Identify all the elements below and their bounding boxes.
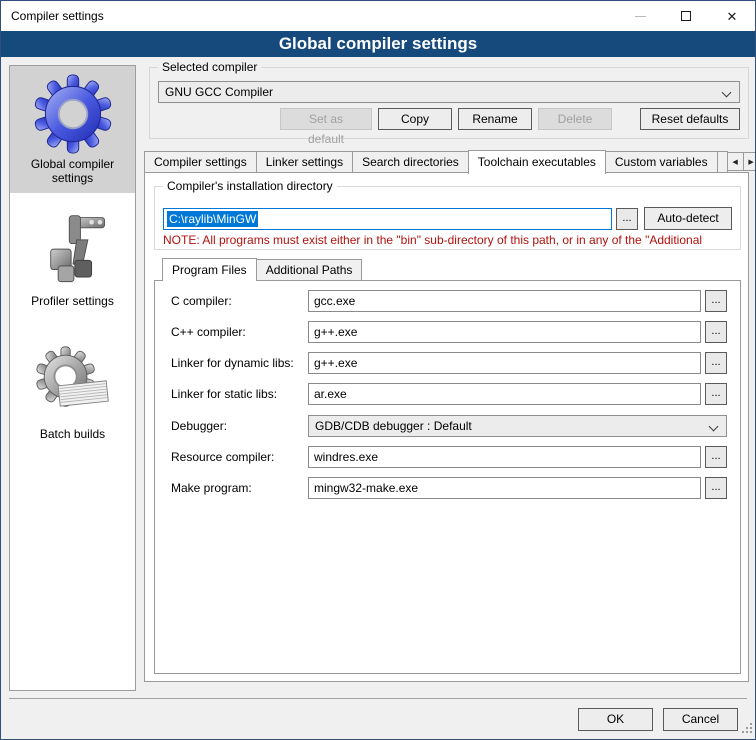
sidebar-item-global-compiler-settings[interactable]: Global compiler settings	[10, 66, 135, 193]
close-icon: ✕	[727, 10, 738, 23]
browse-c-compiler-button[interactable]: ...	[705, 290, 727, 312]
selected-path-text: C:\raylib\MinGW	[167, 211, 258, 227]
form-row-resource-compiler: Resource compiler: ...	[171, 446, 727, 468]
delete-button[interactable]: Delete	[538, 108, 612, 130]
sidebar-item-profiler-settings[interactable]: Profiler settings	[10, 199, 135, 316]
sidebar-item-label: Global compiler settings	[12, 157, 133, 185]
installation-directory-row: C:\raylib\MinGW ... Auto-detect	[163, 207, 732, 230]
make-program-input[interactable]	[308, 477, 701, 499]
settings-tab-strip: Compiler settings Linker settings Search…	[144, 149, 749, 173]
window-controls: ✕	[617, 1, 755, 31]
form-row-static-linker: Linker for static libs: ...	[171, 383, 727, 405]
reset-defaults-button[interactable]: Reset defaults	[640, 108, 740, 130]
form-row-make-program: Make program: ...	[171, 477, 727, 499]
tab-search-directories[interactable]: Search directories	[352, 151, 469, 173]
sidebar-item-label: Profiler settings	[31, 294, 114, 308]
sidebar-item-batch-builds[interactable]: Batch builds	[10, 322, 135, 449]
field-label: Make program:	[171, 481, 308, 495]
tab-scroll-buttons: ◀ ▶	[727, 152, 756, 171]
caliper-blocks-icon	[32, 211, 114, 291]
compiler-select[interactable]: GNU GCC Compiler	[158, 81, 740, 103]
settings-category-list: Global compiler settings P	[9, 65, 136, 691]
close-button[interactable]: ✕	[709, 1, 755, 31]
window-title: Compiler settings	[1, 9, 104, 23]
tab-linker-settings[interactable]: Linker settings	[256, 151, 353, 173]
tab-additional-paths[interactable]: Additional Paths	[256, 259, 363, 280]
blue-gear-icon	[32, 74, 114, 154]
maximize-icon	[681, 11, 691, 21]
dynamic-linker-input[interactable]	[308, 352, 701, 374]
field-label: C++ compiler:	[171, 325, 308, 339]
titlebar: Compiler settings ✕	[1, 1, 755, 31]
tab-scroll-left-button[interactable]: ◀	[727, 152, 744, 171]
rename-button[interactable]: Rename	[458, 108, 532, 130]
toolchain-executables-page: Compiler's installation directory C:\ray…	[144, 172, 749, 682]
chevron-down-icon	[709, 422, 719, 432]
form-row-debugger: Debugger: GDB/CDB debugger : Default	[171, 415, 727, 437]
field-label: Resource compiler:	[171, 450, 308, 464]
programs-tab-strip: Program Files Additional Paths	[162, 258, 361, 280]
browse-static-linker-button[interactable]: ...	[705, 383, 727, 405]
tab-toolchain-executables[interactable]: Toolchain executables	[468, 150, 606, 174]
group-label: Compiler's installation directory	[163, 179, 337, 193]
chevron-down-icon	[722, 88, 732, 98]
set-as-default-button[interactable]: Set as default	[280, 108, 372, 130]
browse-dynamic-linker-button[interactable]: ...	[705, 352, 727, 374]
field-label: Debugger:	[171, 419, 308, 433]
form-row-dynamic-linker: Linker for dynamic libs: ...	[171, 352, 727, 374]
form-row-cpp-compiler: C++ compiler: ...	[171, 321, 727, 343]
debugger-select-value: GDB/CDB debugger : Default	[315, 419, 472, 433]
browse-cpp-compiler-button[interactable]: ...	[705, 321, 727, 343]
tab-compiler-settings[interactable]: Compiler settings	[144, 151, 257, 173]
minimize-icon	[635, 16, 646, 17]
auto-detect-button[interactable]: Auto-detect	[644, 207, 732, 230]
page-title: Global compiler settings	[1, 31, 755, 57]
minimize-button[interactable]	[617, 1, 663, 31]
triangle-right-icon: ▶	[748, 158, 753, 166]
tab-program-files[interactable]: Program Files	[162, 258, 257, 281]
installation-directory-input[interactable]: C:\raylib\MinGW	[163, 208, 612, 230]
copy-button[interactable]: Copy	[378, 108, 452, 130]
maximize-button[interactable]	[663, 1, 709, 31]
program-files-panel: C compiler: ... C++ compiler: ... Linker…	[154, 280, 741, 674]
tab-scroll-right-button[interactable]: ▶	[743, 152, 756, 171]
compiler-buttons: Set as default Copy Rename Delete Reset …	[280, 108, 740, 130]
selected-compiler-group: Selected compiler GNU GCC Compiler Set a…	[149, 67, 749, 139]
field-label: Linker for dynamic libs:	[171, 356, 308, 370]
browse-directory-button[interactable]: ...	[616, 208, 638, 230]
static-linker-input[interactable]	[308, 383, 701, 405]
gray-gear-stack-icon	[32, 344, 114, 424]
resize-grip[interactable]	[742, 723, 753, 737]
sidebar-item-label: Batch builds	[40, 427, 105, 441]
form-row-c-compiler: C compiler: ...	[171, 290, 727, 312]
browse-resource-compiler-button[interactable]: ...	[705, 446, 727, 468]
cancel-button[interactable]: Cancel	[663, 708, 738, 731]
field-label: C compiler:	[171, 294, 308, 308]
group-label: Selected compiler	[158, 60, 261, 74]
ok-button[interactable]: OK	[578, 708, 653, 731]
installation-directory-group: Compiler's installation directory C:\ray…	[154, 186, 741, 250]
browse-make-program-button[interactable]: ...	[705, 477, 727, 499]
triangle-left-icon: ◀	[732, 158, 737, 166]
resource-compiler-input[interactable]	[308, 446, 701, 468]
debugger-select[interactable]: GDB/CDB debugger : Default	[308, 415, 727, 437]
cpp-compiler-input[interactable]	[308, 321, 701, 343]
field-label: Linker for static libs:	[171, 387, 308, 401]
note-text: NOTE: All programs must exist either in …	[163, 233, 738, 247]
tab-custom-variables[interactable]: Custom variables	[605, 151, 718, 173]
footer-divider	[9, 698, 747, 699]
compiler-select-value: GNU GCC Compiler	[165, 85, 273, 99]
compiler-settings-dialog: Compiler settings ✕ Global compiler sett…	[0, 0, 756, 740]
c-compiler-input[interactable]	[308, 290, 701, 312]
